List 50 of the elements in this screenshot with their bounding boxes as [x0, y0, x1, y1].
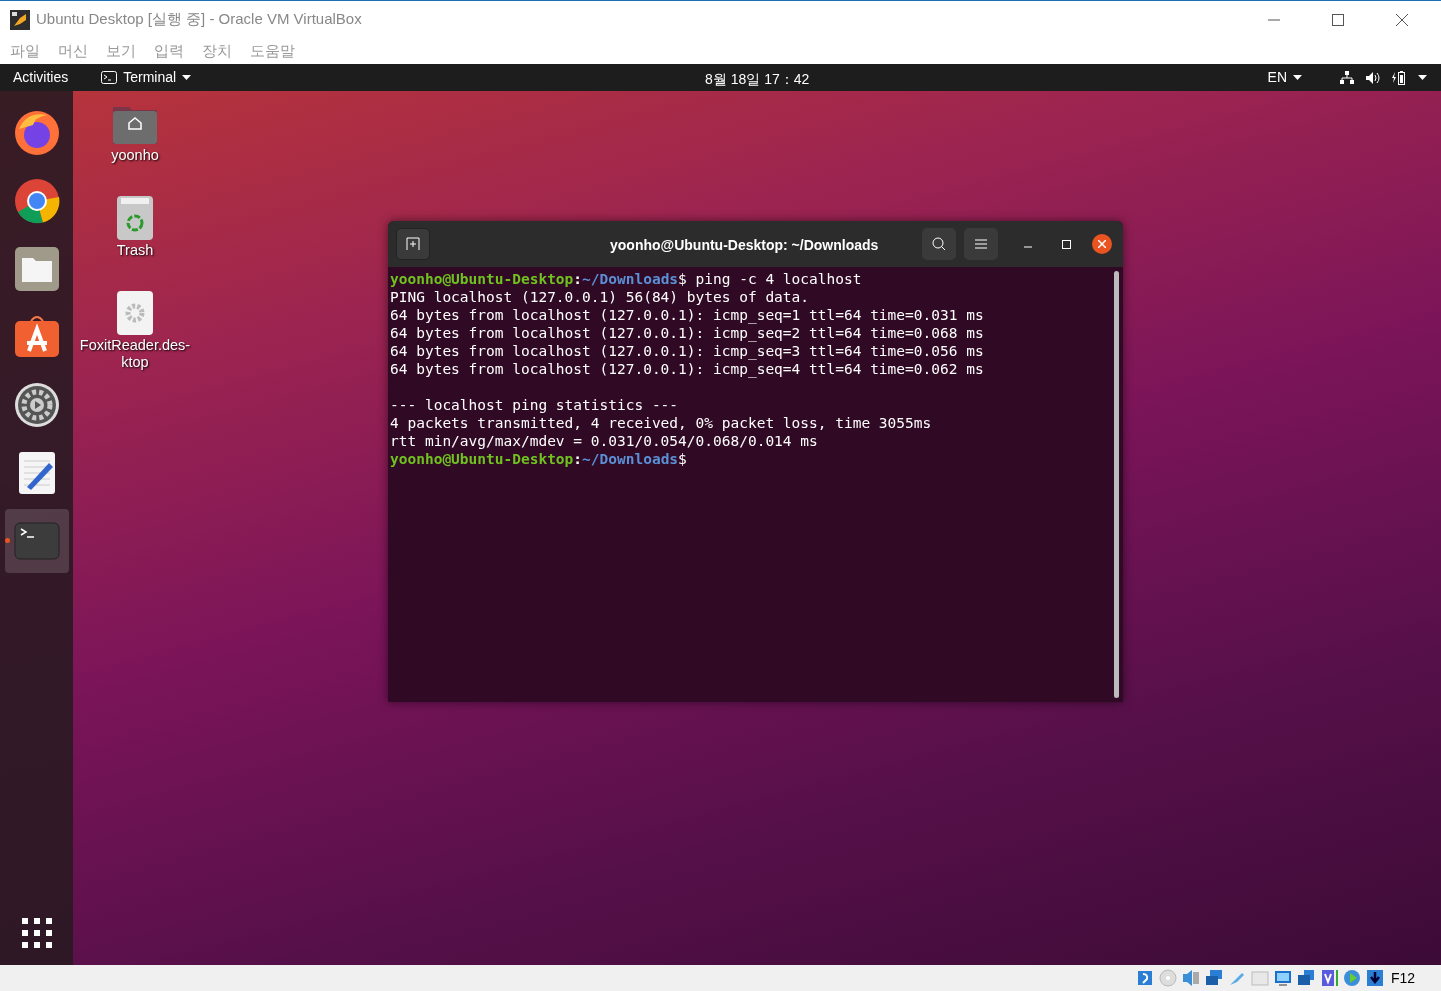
close-icon: [1396, 13, 1408, 26]
gear-icon: [12, 381, 61, 429]
firefox-icon: [12, 109, 61, 157]
maximize-icon: [1061, 239, 1071, 249]
dropdown-icon: [182, 75, 192, 80]
new-tab-button[interactable]: [396, 228, 430, 260]
close-button[interactable]: [1092, 234, 1112, 254]
menu-icon: [975, 239, 987, 249]
terminal-line: 64 bytes from localhost (127.0.0.1): icmp_seq=1 ttl=64 time=0.031 ms: [390, 306, 985, 324]
menu-button[interactable]: [964, 228, 998, 260]
language-button[interactable]: EN: [1267, 67, 1302, 88]
close-icon: [1098, 240, 1106, 248]
terminal-line: yoonho@Ubuntu-Desktop:~/Downloads$ ping -c 4 localhost: [390, 270, 863, 288]
terminal-line: 4 packets transmitted, 4 received, 0% packet loss, time 3055ms: [390, 414, 933, 432]
search-button[interactable]: [922, 228, 956, 260]
terminal-line: 64 bytes from localhost (127.0.0.1): icmp_seq=2 ttl=64 time=0.068 ms: [390, 324, 985, 342]
terminal-line: --- localhost ping statistics ---: [390, 396, 680, 414]
network-icon: [1340, 71, 1354, 84]
terminal-icon: [101, 71, 118, 84]
desktop-icon-label[interactable]: FoxitReader.des- ktop: [79, 337, 191, 371]
dropdown-icon: [1293, 75, 1302, 80]
terminal-line: yoonho@Ubuntu-Desktop:~/Downloads$: [390, 450, 688, 468]
window-title: Ubuntu Desktop [실행 중] - Oracle VM VirtualBox: [36, 9, 362, 30]
new-tab-icon: [406, 237, 420, 251]
desktop-icon-label[interactable]: Trash: [116, 242, 154, 259]
volume-icon: [1366, 71, 1380, 84]
terminal-line: 64 bytes from localhost (127.0.0.1): icmp_seq=4 ttl=64 time=0.062 ms: [390, 360, 985, 378]
terminal-line: rtt min/avg/max/mdev = 0.031/0.054/0.068/0.014 ms: [390, 432, 819, 450]
battery-icon: [1392, 70, 1406, 85]
scrollbar[interactable]: [1114, 271, 1119, 698]
chrome-icon: [12, 177, 61, 225]
audio-icon[interactable]: [1180, 968, 1201, 988]
terminal-line: PING localhost (127.0.0.1) 56(84) bytes of data.: [390, 288, 811, 306]
clock[interactable]: 8월 18일 17：42: [705, 69, 810, 90]
network-icon[interactable]: [1203, 968, 1224, 988]
dropdown-icon: [1418, 75, 1427, 80]
minimize-icon: [1024, 246, 1032, 248]
desktop-icon-label[interactable]: yoonho: [111, 147, 159, 164]
folder-icon: [12, 245, 61, 293]
running-indicator: [4, 538, 10, 543]
show-apps-button[interactable]: [20, 917, 53, 949]
app-menu-button[interactable]: Terminal: [101, 67, 192, 88]
search-icon: [932, 237, 946, 251]
terminal-title: yoonho@Ubuntu-Desktop: ~/Downloads: [610, 236, 879, 255]
app-logo-icon: [10, 9, 30, 30]
terminal-line: 64 bytes from localhost (127.0.0.1): icmp_seq=3 ttl=64 time=0.056 ms: [390, 342, 985, 360]
host-key-label: F12: [1390, 968, 1415, 988]
maximize-icon: [1332, 13, 1344, 26]
activities-button[interactable]: Activities: [0, 67, 82, 88]
display-icon[interactable]: [1272, 968, 1293, 988]
